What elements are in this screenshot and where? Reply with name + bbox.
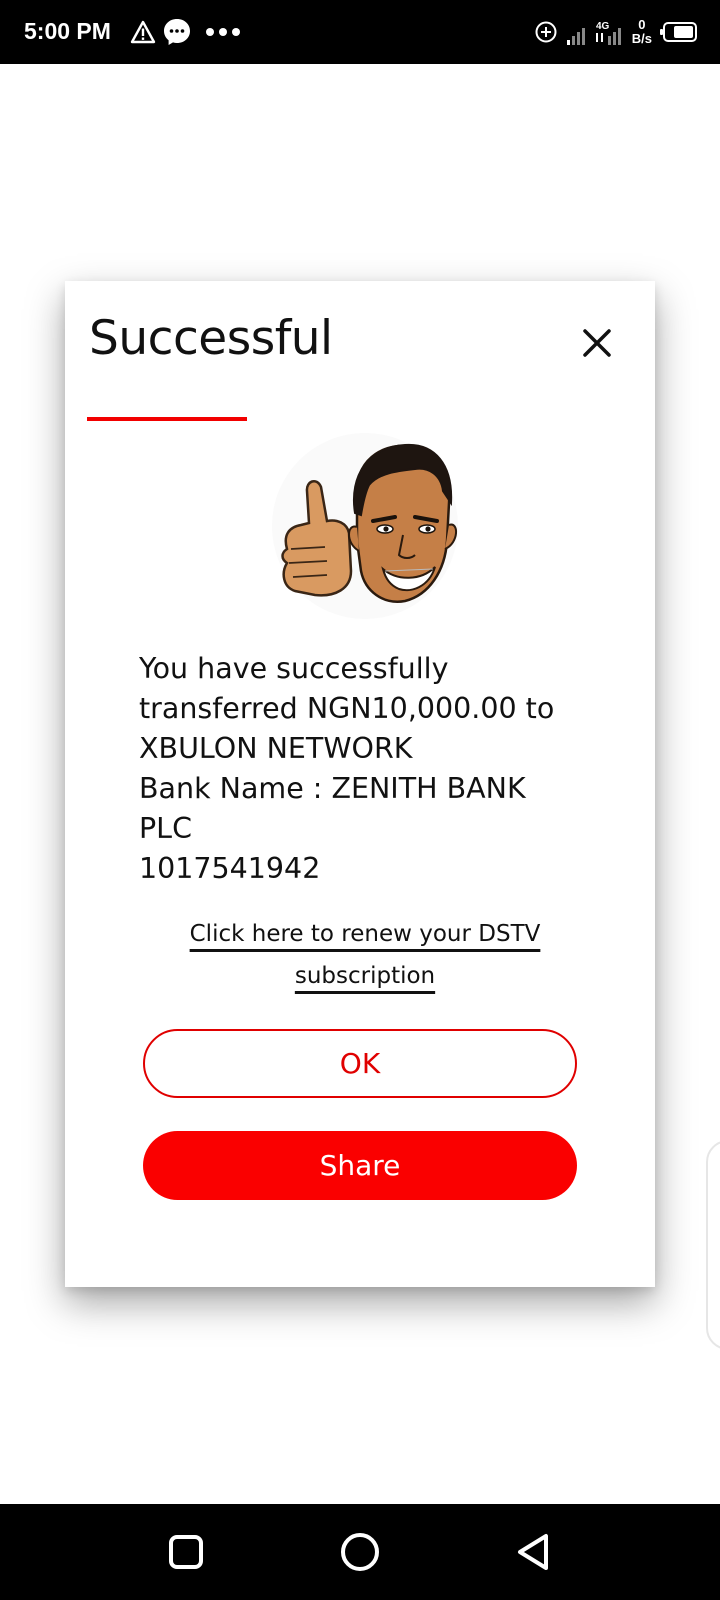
back-triangle-icon[interactable]	[512, 1530, 556, 1574]
renew-link-line2[interactable]: subscription	[295, 963, 435, 989]
message-line: XBULON NETWORK	[139, 732, 413, 765]
share-button[interactable]: Share	[143, 1131, 577, 1200]
message-line: transferred NGN10,000.00 to	[139, 692, 555, 725]
close-icon[interactable]	[577, 323, 617, 363]
notification-icons	[130, 16, 240, 48]
data-saver-icon	[535, 21, 557, 43]
dialog-title: Successful	[89, 311, 333, 366]
message-line: You have successfully	[139, 652, 449, 685]
edge-panel-handle[interactable]	[706, 1140, 720, 1350]
system-icons: 4G 0 B/s	[534, 12, 698, 52]
message-line: PLC	[139, 812, 192, 845]
network-speed-unit: B/s	[631, 31, 652, 46]
network-speed: 0 B/s	[632, 18, 652, 46]
battery-icon	[660, 22, 697, 42]
title-underline	[87, 417, 247, 421]
renew-link-line1[interactable]: Click here to renew your DSTV	[190, 921, 541, 947]
circle-nav-icon[interactable]	[338, 1530, 382, 1574]
network-speed-value: 0	[638, 17, 646, 32]
square-nav-icon[interactable]	[164, 1530, 208, 1574]
network-type-label: 4G	[596, 21, 610, 32]
signal-icon: 4G	[566, 21, 621, 45]
status-time: 5:00 PM	[24, 18, 111, 44]
thumbs-up-mascot	[272, 433, 458, 619]
warning-icon	[130, 20, 156, 44]
message-line: 1017541942	[139, 852, 321, 885]
success-dialog: Successful You have successfully transfe…	[65, 281, 655, 1287]
messenger-icon	[164, 19, 190, 45]
ok-button[interactable]: OK	[143, 1029, 577, 1098]
success-message: You have successfully transferred NGN10,…	[139, 649, 609, 889]
message-line: Bank Name : ZENITH BANK	[139, 772, 526, 805]
status-bar: 5:00 PM 4G 0 B/s	[0, 0, 720, 64]
renew-dstv-link[interactable]: Click here to renew your DSTV subscripti…	[145, 913, 585, 997]
more-dots-icon	[206, 28, 240, 36]
navigation-bar	[0, 1504, 720, 1600]
